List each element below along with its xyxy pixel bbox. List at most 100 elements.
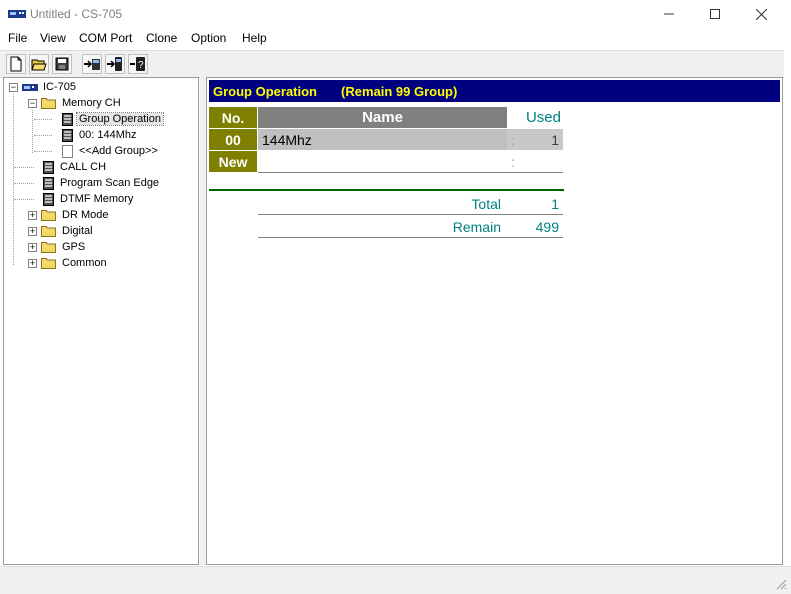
blank-page-icon [62,144,73,158]
row-number: 00 [209,129,257,150]
tree-connector [14,167,34,168]
tree-item-group-00[interactable]: 00: 144Mhz [62,127,138,143]
tree-label: IC-705 [43,81,77,93]
tree-label: Memory CH [62,97,121,109]
tree-connector [32,110,33,153]
tree-item-add-group[interactable]: <<Add Group>> [62,143,160,159]
group-name-cell[interactable]: 144Mhz [258,129,507,150]
tree-expander-dr-mode[interactable]: + [28,211,37,220]
tree-item-dr-mode[interactable]: DR Mode [41,207,110,223]
row-number-new: New [209,151,257,172]
read-from-radio-icon [84,59,100,70]
tree-label: Group Operation [76,112,164,126]
row-divider [258,172,563,173]
tree-label: DTMF Memory [60,193,134,205]
memory-chip-icon [43,176,54,190]
tree-item-program-scan-edge[interactable]: Program Scan Edge [43,175,161,191]
resize-grip-icon[interactable] [775,578,787,590]
tree-item-dtmf-memory[interactable]: DTMF Memory [43,191,135,207]
tree-connector [13,94,14,265]
used-count: 1 [551,131,559,148]
tree-connector [34,119,52,120]
tree-expander-digital[interactable]: + [28,227,37,236]
folder-icon [41,242,56,253]
new-group-name-cell[interactable] [258,151,507,172]
summary-divider [209,189,564,191]
menu-com-port[interactable]: COM Port [79,31,132,45]
save-button[interactable] [52,54,72,74]
radio-info-icon: ? [130,57,145,71]
new-group-used-cell: : [507,151,563,172]
menu-bar: File View COM Port Clone Option Help [0,28,791,48]
maximize-button[interactable] [692,0,738,28]
menu-help[interactable]: Help [242,31,267,45]
tree-connector [34,151,52,152]
write-to-radio-icon [107,57,122,71]
tree-expander-common[interactable]: + [28,259,37,268]
minimize-icon [664,13,674,15]
tree-label: GPS [62,241,86,253]
radio-icon [22,84,38,91]
folder-icon [41,98,56,109]
total-divider [258,214,563,215]
menu-clone[interactable]: Clone [146,31,177,45]
panel-header: Group Operation (Remain 99 Group) [209,80,780,102]
panel-title: Group Operation [213,83,317,99]
column-header-no: No. [209,107,257,128]
save-disk-icon [55,57,69,71]
svg-text:?: ? [138,60,144,71]
folder-icon [41,226,56,237]
tree-item-group-operation[interactable]: Group Operation [62,111,164,127]
column-header-used: Used [525,109,561,126]
tree-item-memory-ch[interactable]: Memory CH [41,95,123,111]
total-label: Total [471,195,501,212]
tree-connector [14,183,34,184]
tree-label: Digital [62,225,93,237]
open-folder-button[interactable] [29,54,49,74]
tree-expander-memory-ch[interactable]: − [28,99,37,108]
tree-label: Program Scan Edge [60,177,160,189]
tree-label: 00: 144Mhz [79,129,137,141]
maximize-icon [710,9,720,19]
window-title: Untitled - CS-705 [30,7,123,21]
close-button[interactable] [738,0,784,28]
write-to-radio-button[interactable] [105,54,125,74]
title-bar: Untitled - CS-705 [0,0,791,28]
memory-chip-icon [62,128,73,142]
minimize-button[interactable] [646,0,692,28]
tree-connector [34,135,52,136]
total-value: 1 [551,195,559,212]
tree-connector [14,199,34,200]
tree-item-digital[interactable]: Digital [41,223,95,239]
tree-label: DR Mode [62,209,109,221]
tree-view[interactable]: − IC-705 − Memory CH Group Operation 00:… [3,77,199,565]
tree-expander-root[interactable]: − [9,83,18,92]
tree-item-common[interactable]: Common [41,255,109,271]
folder-icon [41,210,56,221]
tree-label: <<Add Group>> [79,145,158,157]
toolbar: ? [0,50,784,78]
used-separator: : [511,131,515,148]
tree-label: CALL CH [60,161,107,173]
tree-expander-gps[interactable]: + [28,243,37,252]
tree-item-call-ch[interactable]: CALL CH [43,159,108,175]
memory-chip-icon [62,112,73,126]
menu-file[interactable]: File [8,31,27,45]
radio-app-icon [8,10,26,18]
new-file-button[interactable] [6,54,26,74]
read-from-radio-button[interactable] [82,54,102,74]
new-file-icon [10,56,22,72]
status-bar [0,566,791,594]
tree-item-gps[interactable]: GPS [41,239,87,255]
used-separator: : [511,153,515,170]
tree-label: Common [62,257,107,269]
radio-info-button[interactable]: ? [128,54,148,74]
group-operation-panel: Group Operation (Remain 99 Group) No. Na… [206,77,783,565]
menu-option[interactable]: Option [191,31,226,45]
memory-chip-icon [43,160,54,174]
group-used-cell: : 1 [507,129,563,150]
tree-item-ic-705[interactable]: IC-705 [22,79,78,95]
menu-view[interactable]: View [40,31,66,45]
open-folder-icon [31,59,47,71]
memory-chip-icon [43,192,54,206]
